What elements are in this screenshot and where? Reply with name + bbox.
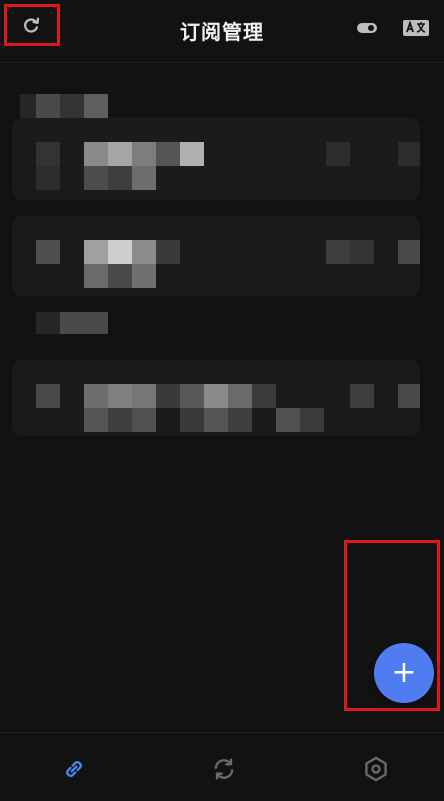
bottom-nav (0, 732, 444, 801)
nav-item-subscriptions[interactable] (58, 753, 90, 785)
plus-icon: + (391, 655, 417, 690)
sync-icon (214, 758, 234, 780)
settings-icon (365, 756, 387, 782)
nav-item-sync[interactable] (208, 753, 240, 785)
subscription-card[interactable] (12, 118, 420, 200)
link-icon (66, 761, 82, 777)
translate-icon[interactable] (402, 18, 430, 38)
nav-item-settings[interactable] (360, 753, 392, 785)
header: 订阅管理 (0, 0, 444, 63)
toggle-icon[interactable] (356, 20, 380, 36)
add-subscription-button[interactable]: + (374, 643, 434, 703)
